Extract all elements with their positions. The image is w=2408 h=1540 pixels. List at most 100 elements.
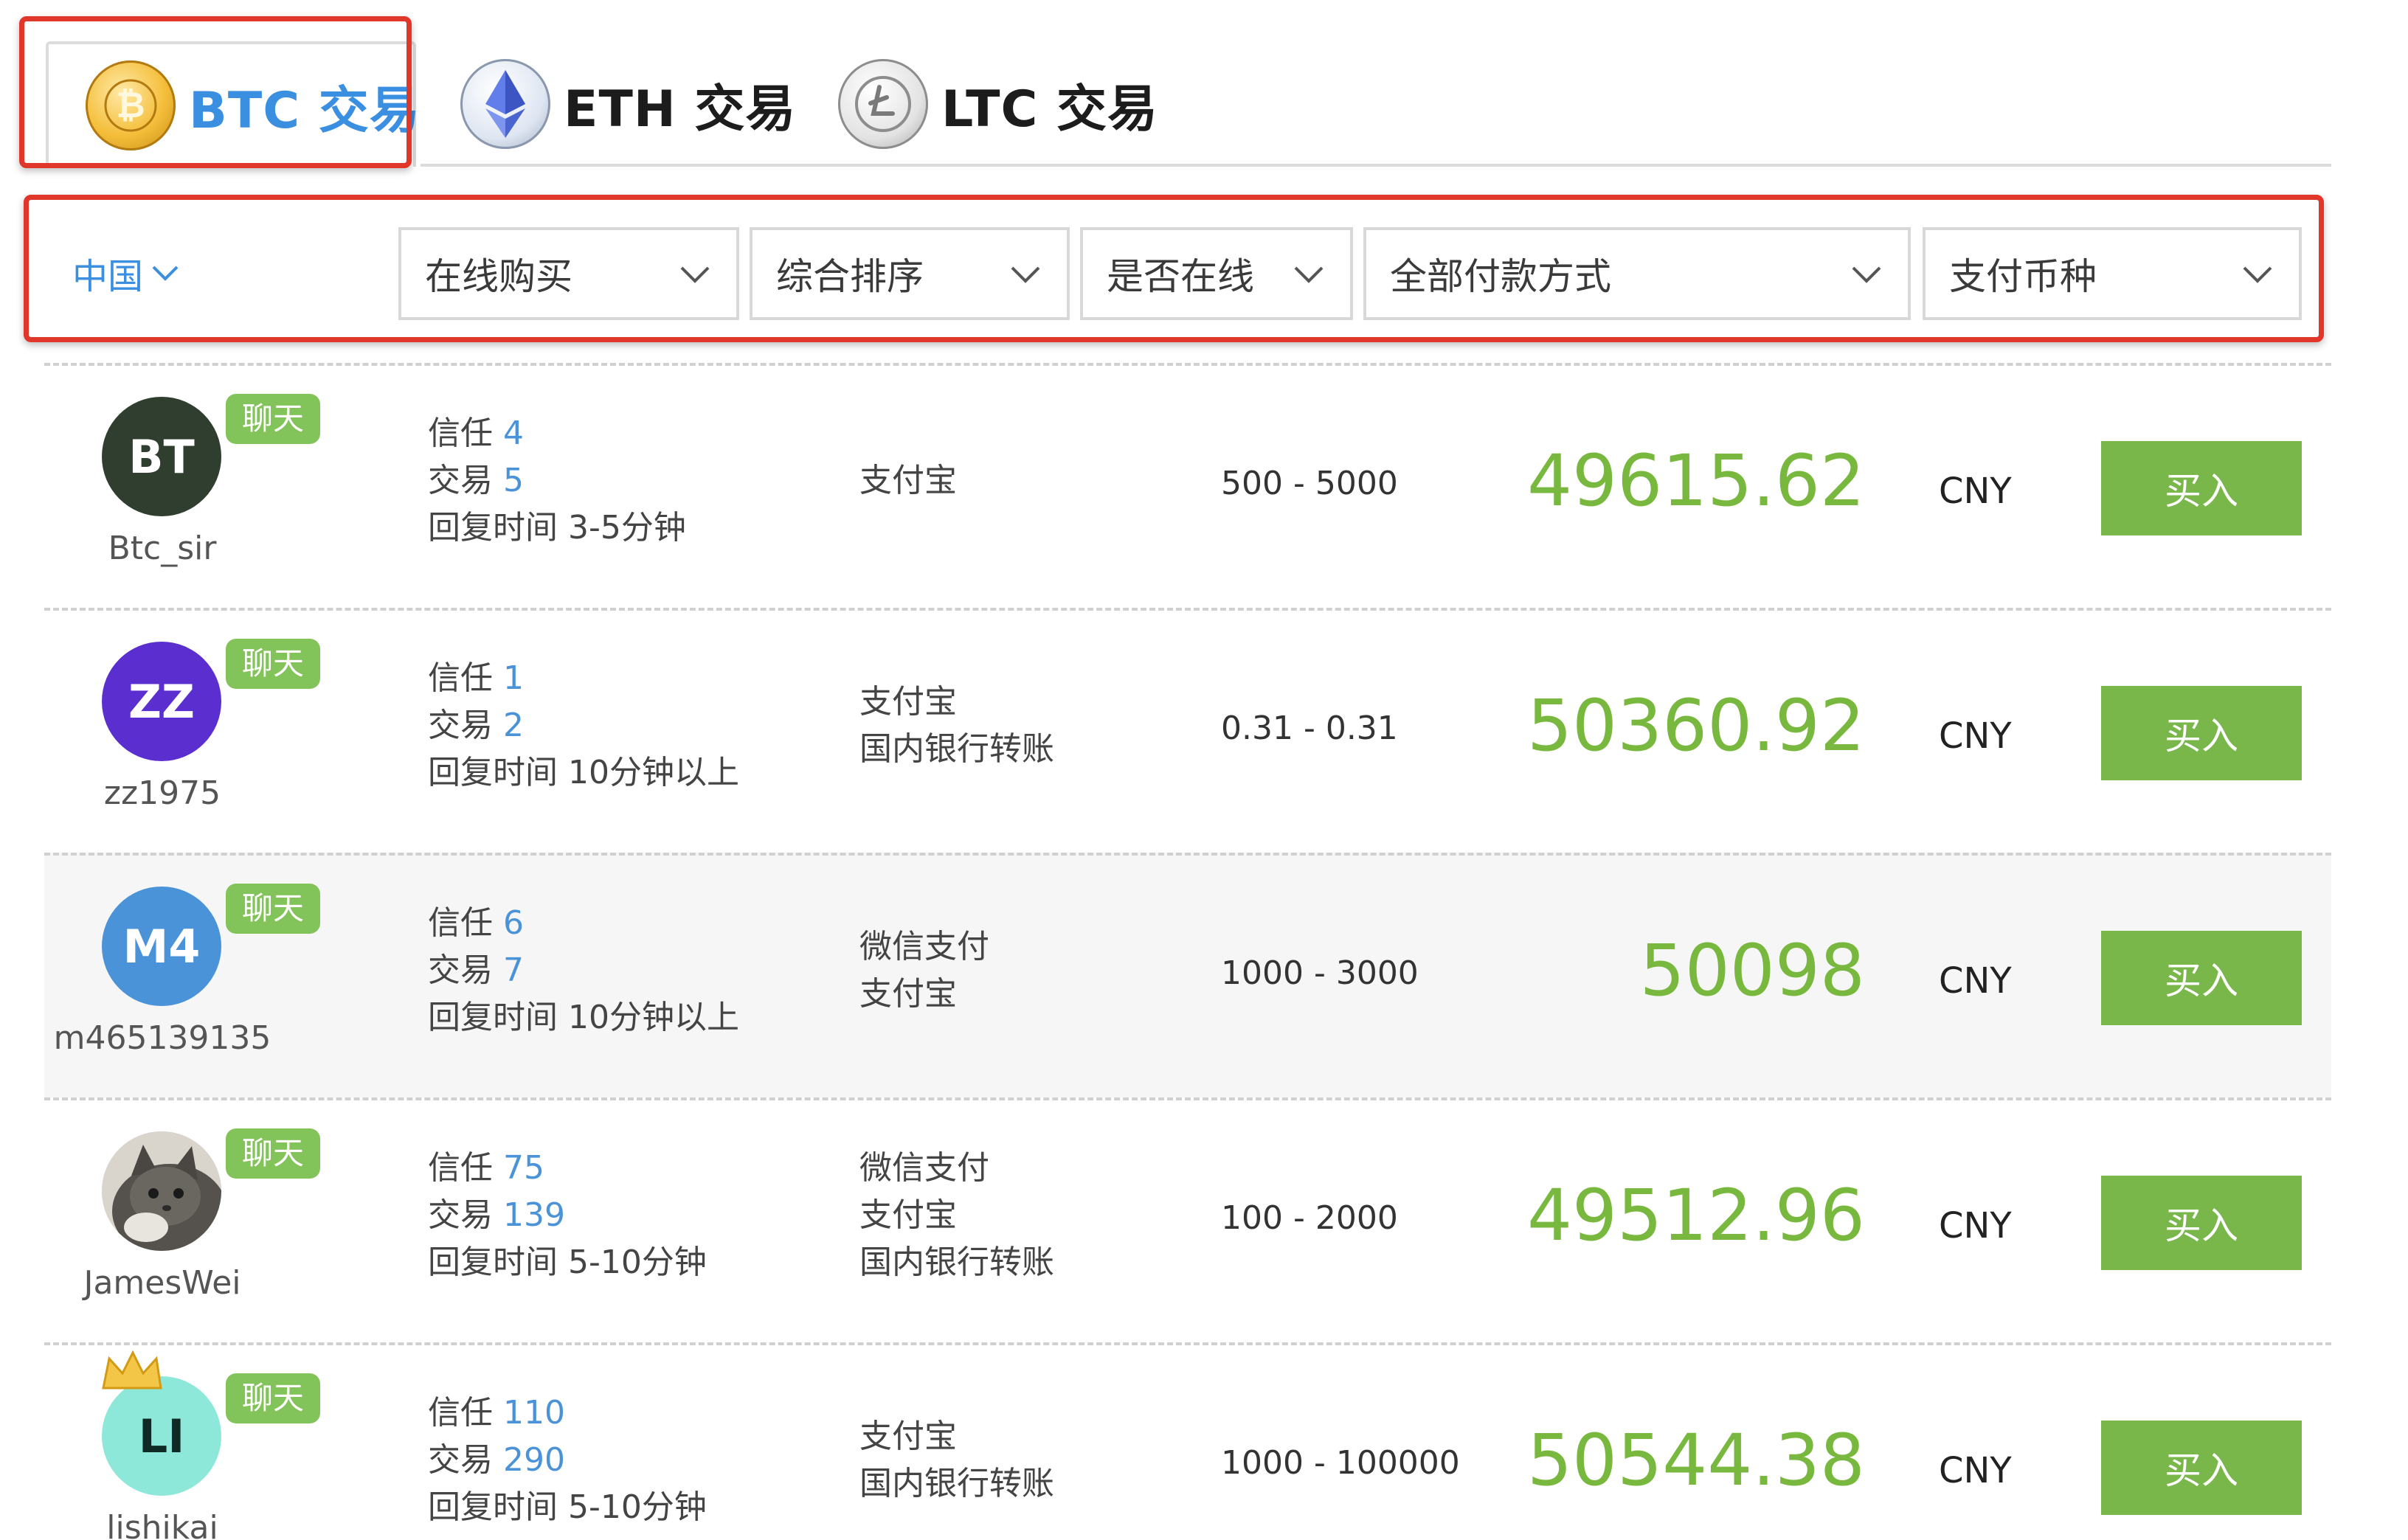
chevron-down-icon [1011,266,1040,283]
trader-stats: 信任 75 交易 139 回复时间 5-10分钟 [428,1145,707,1286]
trust-count: 1 [503,659,524,697]
payment-methods: 微信支付 支付宝 国内银行转账 [859,1145,1054,1286]
reply-time: 5-10分钟 [568,1244,707,1281]
trade-count: 5 [503,462,524,499]
chat-button[interactable]: 聊天 [226,1373,321,1423]
chevron-down-icon [1294,266,1324,283]
payment-method: 国内银行转账 [859,730,1054,768]
payment-method: 支付宝 [859,462,957,499]
currency-label: CNY [1939,715,2012,757]
price: 50098 [1639,929,1865,1012]
ethereum-icon [460,59,550,149]
currency-label: CNY [1939,1205,2012,1246]
chevron-down-icon [2243,266,2272,283]
chat-button[interactable]: 聊天 [226,394,321,444]
reply-label: 回复时间 [428,999,558,1036]
avatar-initials: ZZ [128,674,195,729]
price: 49615.62 [1526,440,1865,522]
payment-method: 国内银行转账 [859,1244,1054,1281]
reply-label: 回复时间 [428,509,558,547]
trade-label: 交易 [428,951,493,989]
trade-label: 交易 [428,1441,493,1479]
trader-stats: 信任 1 交易 2 回复时间 10分钟以上 [428,655,739,797]
reply-label: 回复时间 [428,1488,558,1526]
buy-button[interactable]: 买入 [2101,441,2302,535]
chat-button[interactable]: 聊天 [226,1128,321,1179]
tab-ltc[interactable]: LTC 交易 [838,41,1158,167]
username[interactable]: zz1975 [44,774,280,812]
payment-method: 微信支付 [859,1149,989,1187]
avatar-initials: LI [138,1409,185,1463]
trust-label: 信任 [428,1394,493,1432]
select-value: 在线购买 [425,255,572,298]
trust-label: 信任 [428,659,493,697]
username[interactable]: m465139135 [44,1019,280,1057]
limit-range: 1000 - 3000 [1221,954,1419,992]
buy-button[interactable]: 买入 [2101,1421,2302,1515]
limit-range: 1000 - 100000 [1221,1444,1460,1482]
avatar-initials: M4 [122,919,201,974]
limit-range: 100 - 2000 [1221,1199,1398,1237]
limit-range: 500 - 5000 [1221,465,1398,502]
payment-methods: 微信支付 支付宝 [859,923,989,1018]
trader-stats: 信任 6 交易 7 回复时间 10分钟以上 [428,900,739,1041]
username[interactable]: JamesWei [44,1264,280,1302]
trust-label: 信任 [428,415,493,452]
trust-count: 75 [503,1149,544,1187]
currency-label: CNY [1939,1450,2012,1491]
avatar[interactable]: BT [102,397,221,516]
limit-range: 0.31 - 0.31 [1221,710,1398,747]
select-value: 是否在线 [1107,255,1254,298]
region-dropdown[interactable]: 中国 [72,247,181,299]
buy-button[interactable]: 买入 [2101,686,2302,780]
highlight-box-tab [19,16,412,168]
litecoin-icon [838,59,928,149]
table-row: BT 聊天 Btc_sir 信任 4 交易 5 回复时间 3-5分钟 支付宝 5… [44,363,2331,608]
tab-label: ETH 交易 [564,80,797,139]
avatar[interactable]: M4 [102,887,221,1006]
avatar[interactable] [102,1131,221,1251]
chevron-down-icon [680,266,710,283]
price: 50360.92 [1526,684,1865,767]
purchase-type-select[interactable]: 在线购买 [398,227,739,320]
trade-count: 2 [503,707,524,744]
online-status-select[interactable]: 是否在线 [1080,227,1353,320]
currency-label: CNY [1939,960,2012,1002]
crown-icon [102,1350,162,1390]
chevron-down-icon [152,266,179,281]
table-row: M4 聊天 m465139135 信任 6 交易 7 回复时间 10分钟以上 微… [44,853,2331,1097]
trust-label: 信任 [428,904,493,942]
payment-method: 国内银行转账 [859,1465,1054,1502]
trade-count: 139 [503,1196,565,1234]
table-row: 聊天 JamesWei 信任 75 交易 139 回复时间 5-10分钟 微信支… [44,1097,2331,1342]
tab-eth[interactable]: ETH 交易 [460,41,796,167]
reply-label: 回复时间 [428,754,558,791]
avatar-initials: BT [128,429,195,484]
trade-count: 290 [503,1441,565,1479]
reply-time: 3-5分钟 [568,509,686,547]
chat-button[interactable]: 聊天 [226,639,321,689]
select-value: 支付币种 [1949,255,2097,298]
trader-stats: 信任 110 交易 290 回复时间 5-10分钟 [428,1390,707,1531]
trust-label: 信任 [428,1149,493,1187]
payment-method-select[interactable]: 全部付款方式 [1363,227,1911,320]
username[interactable]: lishikai [44,1509,280,1540]
avatar[interactable]: LI [102,1376,221,1496]
payment-methods: 支付宝 国内银行转账 [859,679,1054,773]
trust-count: 4 [503,415,524,452]
buy-button[interactable]: 买入 [2101,1176,2302,1270]
payment-currency-select[interactable]: 支付币种 [1923,227,2302,320]
trader-stats: 信任 4 交易 5 回复时间 3-5分钟 [428,410,686,552]
trust-count: 6 [503,904,524,942]
trust-count: 110 [503,1394,565,1432]
reply-label: 回复时间 [428,1244,558,1281]
username[interactable]: Btc_sir [44,530,280,567]
payment-method: 支付宝 [859,1418,957,1455]
currency-label: CNY [1939,471,2012,512]
payment-method: 支付宝 [859,683,957,721]
chat-button[interactable]: 聊天 [226,884,321,934]
buy-button[interactable]: 买入 [2101,931,2302,1025]
avatar[interactable]: ZZ [102,642,221,761]
select-value: 全部付款方式 [1390,255,1611,298]
sort-select[interactable]: 综合排序 [750,227,1070,320]
